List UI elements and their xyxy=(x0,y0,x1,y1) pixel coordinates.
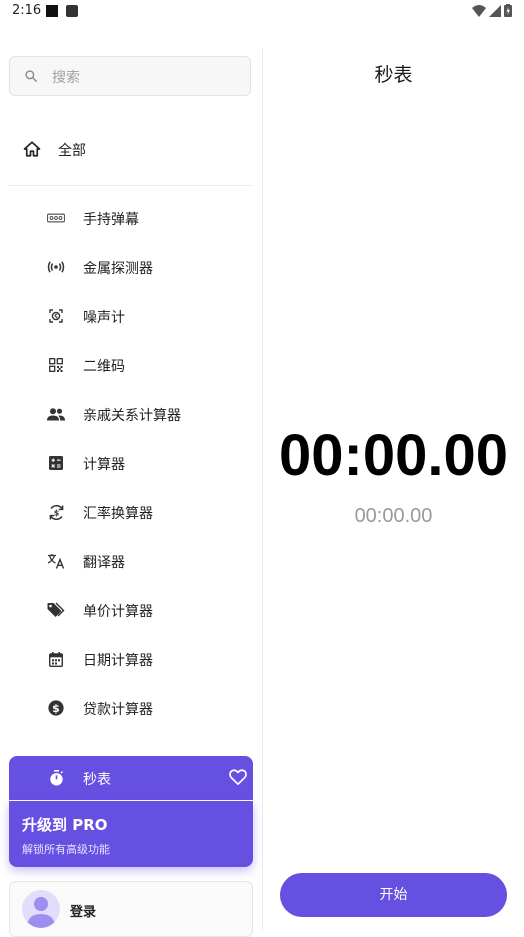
calendar-icon xyxy=(47,650,65,668)
battery-icon xyxy=(504,4,512,17)
svg-text:$: $ xyxy=(52,702,60,715)
sidebar-item-label: 单价计算器 xyxy=(83,604,153,620)
sidebar-item-label: 全部 xyxy=(58,143,86,159)
user-avatar-icon xyxy=(27,897,55,928)
sidebar-item-label: 手持弹幕 xyxy=(83,212,139,228)
stopwatch-icon xyxy=(47,769,65,787)
sidebar-item-all[interactable]: 全部 xyxy=(9,129,253,171)
calculator-icon xyxy=(47,454,65,472)
sidebar-item-label: 金属探测器 xyxy=(83,261,153,277)
app-notification-icon xyxy=(66,5,78,17)
search-icon xyxy=(25,70,37,82)
sidebar-item-currency-exchange[interactable]: $ 汇率换算器 xyxy=(9,490,253,534)
sidebar-item-relatives-calculator[interactable]: 亲戚关系计算器 xyxy=(9,392,253,436)
sidebar-item-label: 噪声计 xyxy=(83,310,125,326)
pro-title: 升级到 PRO xyxy=(22,816,108,834)
sidebar-item-metal-detector[interactable]: 金属探测器 xyxy=(9,245,253,289)
home-icon xyxy=(23,141,41,157)
sidebar-item-date-calculator[interactable]: 日期计算器 xyxy=(9,637,253,681)
dollar-circle-icon: $ xyxy=(47,699,65,717)
status-bar: 2:16 xyxy=(0,0,524,24)
sidebar-item-label: 日期计算器 xyxy=(83,653,153,669)
status-icons xyxy=(472,4,512,17)
sidebar-item-marquee[interactable]: 手持弹幕 xyxy=(9,196,253,240)
sidebar-item-translator[interactable]: 翻译器 xyxy=(9,539,253,583)
sidebar-item-noise-meter[interactable]: 噪声计 xyxy=(9,294,253,338)
vertical-divider xyxy=(262,48,263,931)
sidebar-item-label: 贷款计算器 xyxy=(83,702,153,718)
sidebar-item-label: 亲戚关系计算器 xyxy=(83,408,181,424)
price-tag-icon xyxy=(47,601,65,619)
svg-text:$: $ xyxy=(53,508,59,517)
upgrade-pro-card[interactable]: 升级到 PRO 解锁所有高级功能 xyxy=(9,801,253,867)
sidebar-item-label: 秒表 xyxy=(83,772,111,788)
status-time: 2:16 xyxy=(12,3,42,18)
sidebar-item-label: 汇率换算器 xyxy=(83,506,153,522)
favorite-heart-icon[interactable] xyxy=(229,769,247,785)
start-button[interactable]: 开始 xyxy=(280,873,507,917)
avatar xyxy=(22,890,60,928)
people-icon xyxy=(47,405,65,423)
translate-icon xyxy=(47,552,65,570)
page-title: 秒表 xyxy=(374,64,413,86)
cellular-signal-icon xyxy=(489,4,501,17)
sidebar-item-label: 翻译器 xyxy=(83,555,125,571)
sidebar-item-label: 二维码 xyxy=(83,359,125,375)
marquee-icon xyxy=(47,209,65,227)
divider xyxy=(9,185,253,186)
sidebar-item-loan-calculator[interactable]: $ 贷款计算器 xyxy=(9,686,253,730)
radar-signal-icon xyxy=(47,258,65,276)
sidebar-item-qr-code[interactable]: 二维码 xyxy=(9,343,253,387)
sidebar-item-stopwatch[interactable]: 秒表 xyxy=(9,756,253,800)
qr-code-icon xyxy=(47,356,65,374)
notification-icon xyxy=(46,5,58,17)
login-card[interactable]: 登录 xyxy=(9,881,253,937)
wifi-icon xyxy=(472,4,486,17)
pro-subtitle: 解锁所有高级功能 xyxy=(22,843,110,856)
lap-time-display: 00:00.00 xyxy=(354,505,433,527)
search-placeholder: 搜索 xyxy=(52,70,80,86)
stopwatch-display: 00:00.00 xyxy=(279,423,508,488)
sidebar-item-label: 计算器 xyxy=(83,457,125,473)
noise-meter-icon xyxy=(47,307,65,325)
sidebar-item-unit-price-calculator[interactable]: 单价计算器 xyxy=(9,588,253,632)
sidebar-item-calculator[interactable]: 计算器 xyxy=(9,441,253,485)
sidebar: 搜索 全部 手持弹幕 金属探测器 噪声计 二维码 亲戚关系计算器 计算器 $ 汇… xyxy=(0,24,262,937)
currency-exchange-icon: $ xyxy=(47,503,65,521)
login-label: 登录 xyxy=(70,905,97,920)
search-input[interactable]: 搜索 xyxy=(9,56,251,96)
